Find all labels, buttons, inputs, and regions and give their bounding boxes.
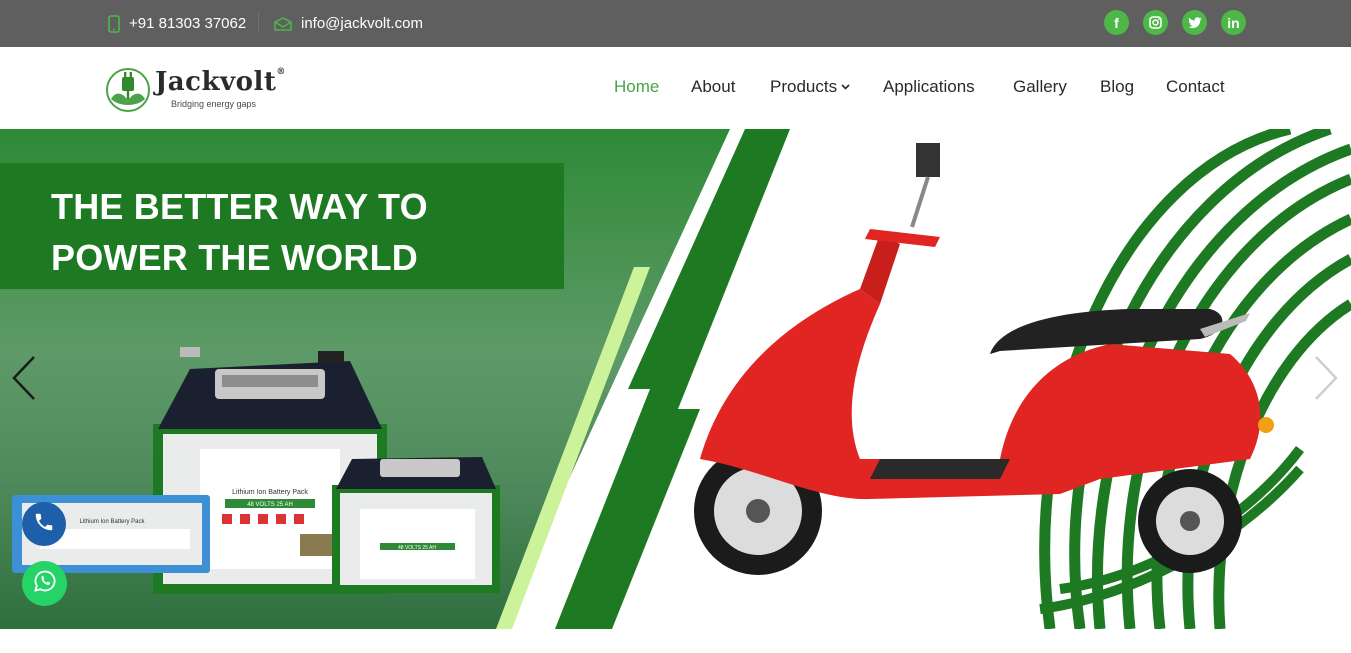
- top-bar: +91 81303 37062 info@jackvolt.com f in: [0, 0, 1351, 47]
- phone-contact[interactable]: +91 81303 37062: [108, 0, 246, 47]
- envelope-icon: [274, 16, 292, 31]
- phone-number: +91 81303 37062: [129, 15, 247, 32]
- whatsapp-icon: [33, 569, 57, 598]
- chevron-down-icon: [841, 81, 850, 93]
- plug-leaf-logo-icon: [105, 67, 151, 118]
- linkedin-icon[interactable]: in: [1221, 10, 1246, 35]
- hero-headline-line2: POWER THE WORLD: [51, 237, 418, 278]
- whatsapp-button[interactable]: [22, 561, 67, 606]
- site-header: Jackvolt® Bridging energy gaps Home Abou…: [0, 47, 1351, 129]
- twitter-icon[interactable]: [1182, 10, 1207, 35]
- social-links: f in: [1104, 10, 1260, 35]
- slider-next-arrow-icon[interactable]: [1312, 355, 1340, 401]
- small-battery-image: 48 VOLTS 25 AH: [332, 457, 500, 593]
- mobile-phone-icon: [108, 14, 120, 33]
- slider-prev-arrow-icon[interactable]: [10, 355, 38, 401]
- email-address: info@jackvolt.com: [301, 15, 423, 32]
- large-battery-label: Lithium Ion Battery Pack: [232, 489, 308, 496]
- hero-headline: THE BETTER WAY TO POWER THE WORLD: [51, 181, 428, 283]
- hero-headline-line1: THE BETTER WAY TO: [51, 186, 428, 227]
- facebook-icon[interactable]: f: [1104, 10, 1129, 35]
- large-battery-spec: 48 VOLTS 25 AH: [247, 502, 293, 508]
- logo-wordmark: Jackvolt®: [155, 67, 286, 97]
- nav-contact[interactable]: Contact: [1166, 77, 1225, 97]
- nav-home[interactable]: Home: [614, 77, 659, 97]
- nav-gallery[interactable]: Gallery: [1013, 77, 1067, 97]
- phone-icon: [33, 511, 55, 538]
- nav-blog[interactable]: Blog: [1100, 77, 1134, 97]
- hero-slider: Lithium Ion Battery Pack 48 VOLTS 25 AH …: [0, 129, 1351, 629]
- email-contact[interactable]: info@jackvolt.com: [274, 0, 423, 47]
- nav-products[interactable]: Products: [770, 77, 850, 97]
- nav-about[interactable]: About: [691, 77, 735, 97]
- call-button[interactable]: [22, 502, 66, 546]
- instagram-icon[interactable]: [1143, 10, 1168, 35]
- red-scooter-image: [694, 143, 1274, 575]
- nav-products-label: Products: [770, 77, 838, 96]
- jackvolt-logo[interactable]: Jackvolt® Bridging energy gaps: [105, 65, 285, 113]
- logo-tagline: Bridging energy gaps: [171, 99, 257, 109]
- small-battery-spec: 48 VOLTS 25 AH: [398, 545, 436, 551]
- contact-divider: [258, 12, 259, 32]
- blue-battery-label: Lithium Ion Battery Pack: [79, 519, 145, 525]
- nav-applications[interactable]: Applications: [883, 77, 975, 97]
